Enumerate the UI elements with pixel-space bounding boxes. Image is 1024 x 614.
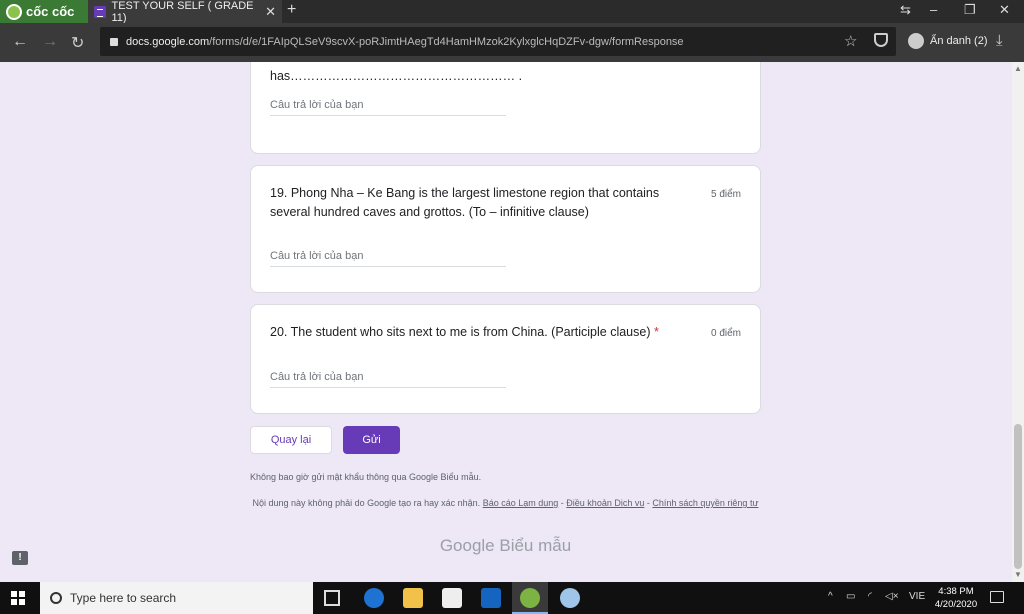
brand-label: cốc cốc (26, 4, 75, 19)
coccoc-menu-button[interactable]: cốc cốc (0, 0, 88, 23)
restore-button[interactable]: ❐ (964, 2, 976, 18)
search-placeholder: Type here to search (70, 591, 177, 605)
coccoc-logo-icon (6, 3, 22, 20)
question-card-18: has……………………………………………… . Câu trả lời của … (250, 62, 761, 154)
separator: - (646, 498, 650, 508)
scrollbar[interactable]: ▲ ▼ (1012, 62, 1024, 582)
edge-icon[interactable] (364, 588, 384, 608)
task-view-icon[interactable] (324, 590, 340, 606)
adblock-shield-icon[interactable] (874, 33, 888, 47)
forward-arrow-icon[interactable]: → (42, 33, 58, 51)
scroll-up-icon[interactable]: ▲ (1014, 64, 1022, 73)
question-card-19: 19. Phong Nha – Ke Bang is the largest l… (250, 165, 761, 293)
password-warning: Không bao giờ gửi mật khẩu thông qua Goo… (250, 472, 482, 482)
volume-muted-icon[interactable]: ◁× (885, 591, 899, 602)
forms-favicon-icon (94, 5, 106, 18)
tab-title: TEST YOUR SELF ( GRADE 11) (111, 0, 254, 24)
new-tab-button[interactable]: + (287, 1, 296, 19)
disclaimer-text: Nội dung này không phải do Google tạo ra… (252, 498, 481, 508)
clock-time: 4:38 PM (938, 586, 974, 597)
answer-input[interactable]: Câu trả lời của bạn (270, 99, 506, 116)
separator: - (560, 498, 564, 508)
back-arrow-icon[interactable]: ← (12, 33, 28, 51)
wifi-icon[interactable]: ◜ (868, 591, 872, 602)
privacy-link[interactable]: Chính sách quyền riêng tư (652, 498, 758, 508)
address-toolbar: ← → ↻ docs.google.com /forms/d/e/1FAIpQL… (0, 23, 1024, 62)
url-path: /forms/d/e/1FAIpQLSeV9scvX-poRJimtHAegTd… (209, 35, 684, 48)
start-windows-icon[interactable] (11, 591, 25, 605)
question-text: has……………………………………………… . (270, 69, 523, 83)
form-page: has……………………………………………… . Câu trả lời của … (0, 62, 1024, 582)
battery-icon[interactable]: ▭ (846, 591, 855, 602)
show-hidden-icons-icon[interactable]: ^ (828, 591, 833, 602)
browser-tab[interactable]: TEST YOUR SELF ( GRADE 11) ✕ (88, 0, 282, 24)
incognito-indicator[interactable]: Ẩn danh (2) (908, 33, 987, 49)
required-asterisk: * (653, 325, 659, 339)
feedback-icon[interactable]: ! (12, 551, 28, 565)
taskbar-search[interactable]: Type here to search (40, 582, 313, 614)
download-icon[interactable]: ⤓ (996, 32, 1003, 49)
scrollbar-thumb[interactable] (1014, 424, 1022, 569)
question-card-20: 20. The student who sits next to me is f… (250, 304, 761, 414)
incognito-label: Ẩn danh (2) (930, 35, 988, 47)
clock[interactable]: 4:38 PM 4/20/2020 (928, 585, 984, 611)
file-explorer-icon[interactable] (403, 588, 423, 608)
url-field[interactable]: docs.google.com /forms/d/e/1FAIpQLSeV9sc… (100, 27, 896, 56)
terms-link[interactable]: Điều khoản Dịch vụ (566, 498, 644, 508)
google-forms-logo[interactable]: Google Biểu mẫu (250, 536, 761, 556)
disclaimer: Nội dung này không phải do Google tạo ra… (250, 497, 761, 509)
question-text: 19. Phong Nha – Ke Bang is the largest l… (270, 186, 660, 219)
answer-input[interactable]: Câu trả lời của bạn (270, 250, 506, 267)
taskbar: Type here to search ^ ▭ ◜ ◁× VIE 4:38 PM… (0, 582, 1024, 614)
answer-input[interactable]: Câu trả lời của bạn (270, 371, 506, 388)
report-abuse-link[interactable]: Báo cáo Lạm dụng (483, 498, 559, 508)
points-label: 5 điểm (710, 189, 741, 200)
points-label: 0 điểm (710, 328, 741, 339)
reload-icon[interactable]: ↻ (71, 33, 84, 53)
coccoc-icon (520, 588, 540, 608)
language-indicator[interactable]: VIE (909, 591, 925, 602)
close-window-button[interactable]: ✕ (999, 2, 1010, 18)
title-bar: cốc cốc TEST YOUR SELF ( GRADE 11) ✕ + ⇆… (0, 0, 1024, 24)
question-label: 20. The student who sits next to me is f… (270, 325, 651, 339)
bookmark-star-icon[interactable]: ☆ (844, 32, 857, 50)
question-text: 20. The student who sits next to me is f… (270, 323, 700, 342)
tab-search-icon[interactable]: ⇆ (900, 2, 911, 18)
search-icon (50, 592, 62, 604)
mail-icon[interactable] (481, 588, 501, 608)
store-icon[interactable] (442, 588, 462, 608)
clock-date: 4/20/2020 (934, 599, 978, 610)
scroll-down-icon[interactable]: ▼ (1014, 570, 1022, 579)
paint-icon[interactable] (560, 588, 580, 608)
submit-button[interactable]: Gửi (343, 426, 400, 454)
minimize-button[interactable]: – (930, 2, 937, 17)
notification-icon[interactable] (990, 591, 1004, 603)
url-host: docs.google.com (126, 35, 210, 48)
incognito-icon (908, 33, 924, 49)
coccoc-taskbar-button[interactable] (512, 582, 548, 614)
lock-icon (110, 37, 118, 46)
back-button[interactable]: Quay lại (250, 426, 332, 454)
tab-close-icon[interactable]: ✕ (265, 4, 276, 20)
